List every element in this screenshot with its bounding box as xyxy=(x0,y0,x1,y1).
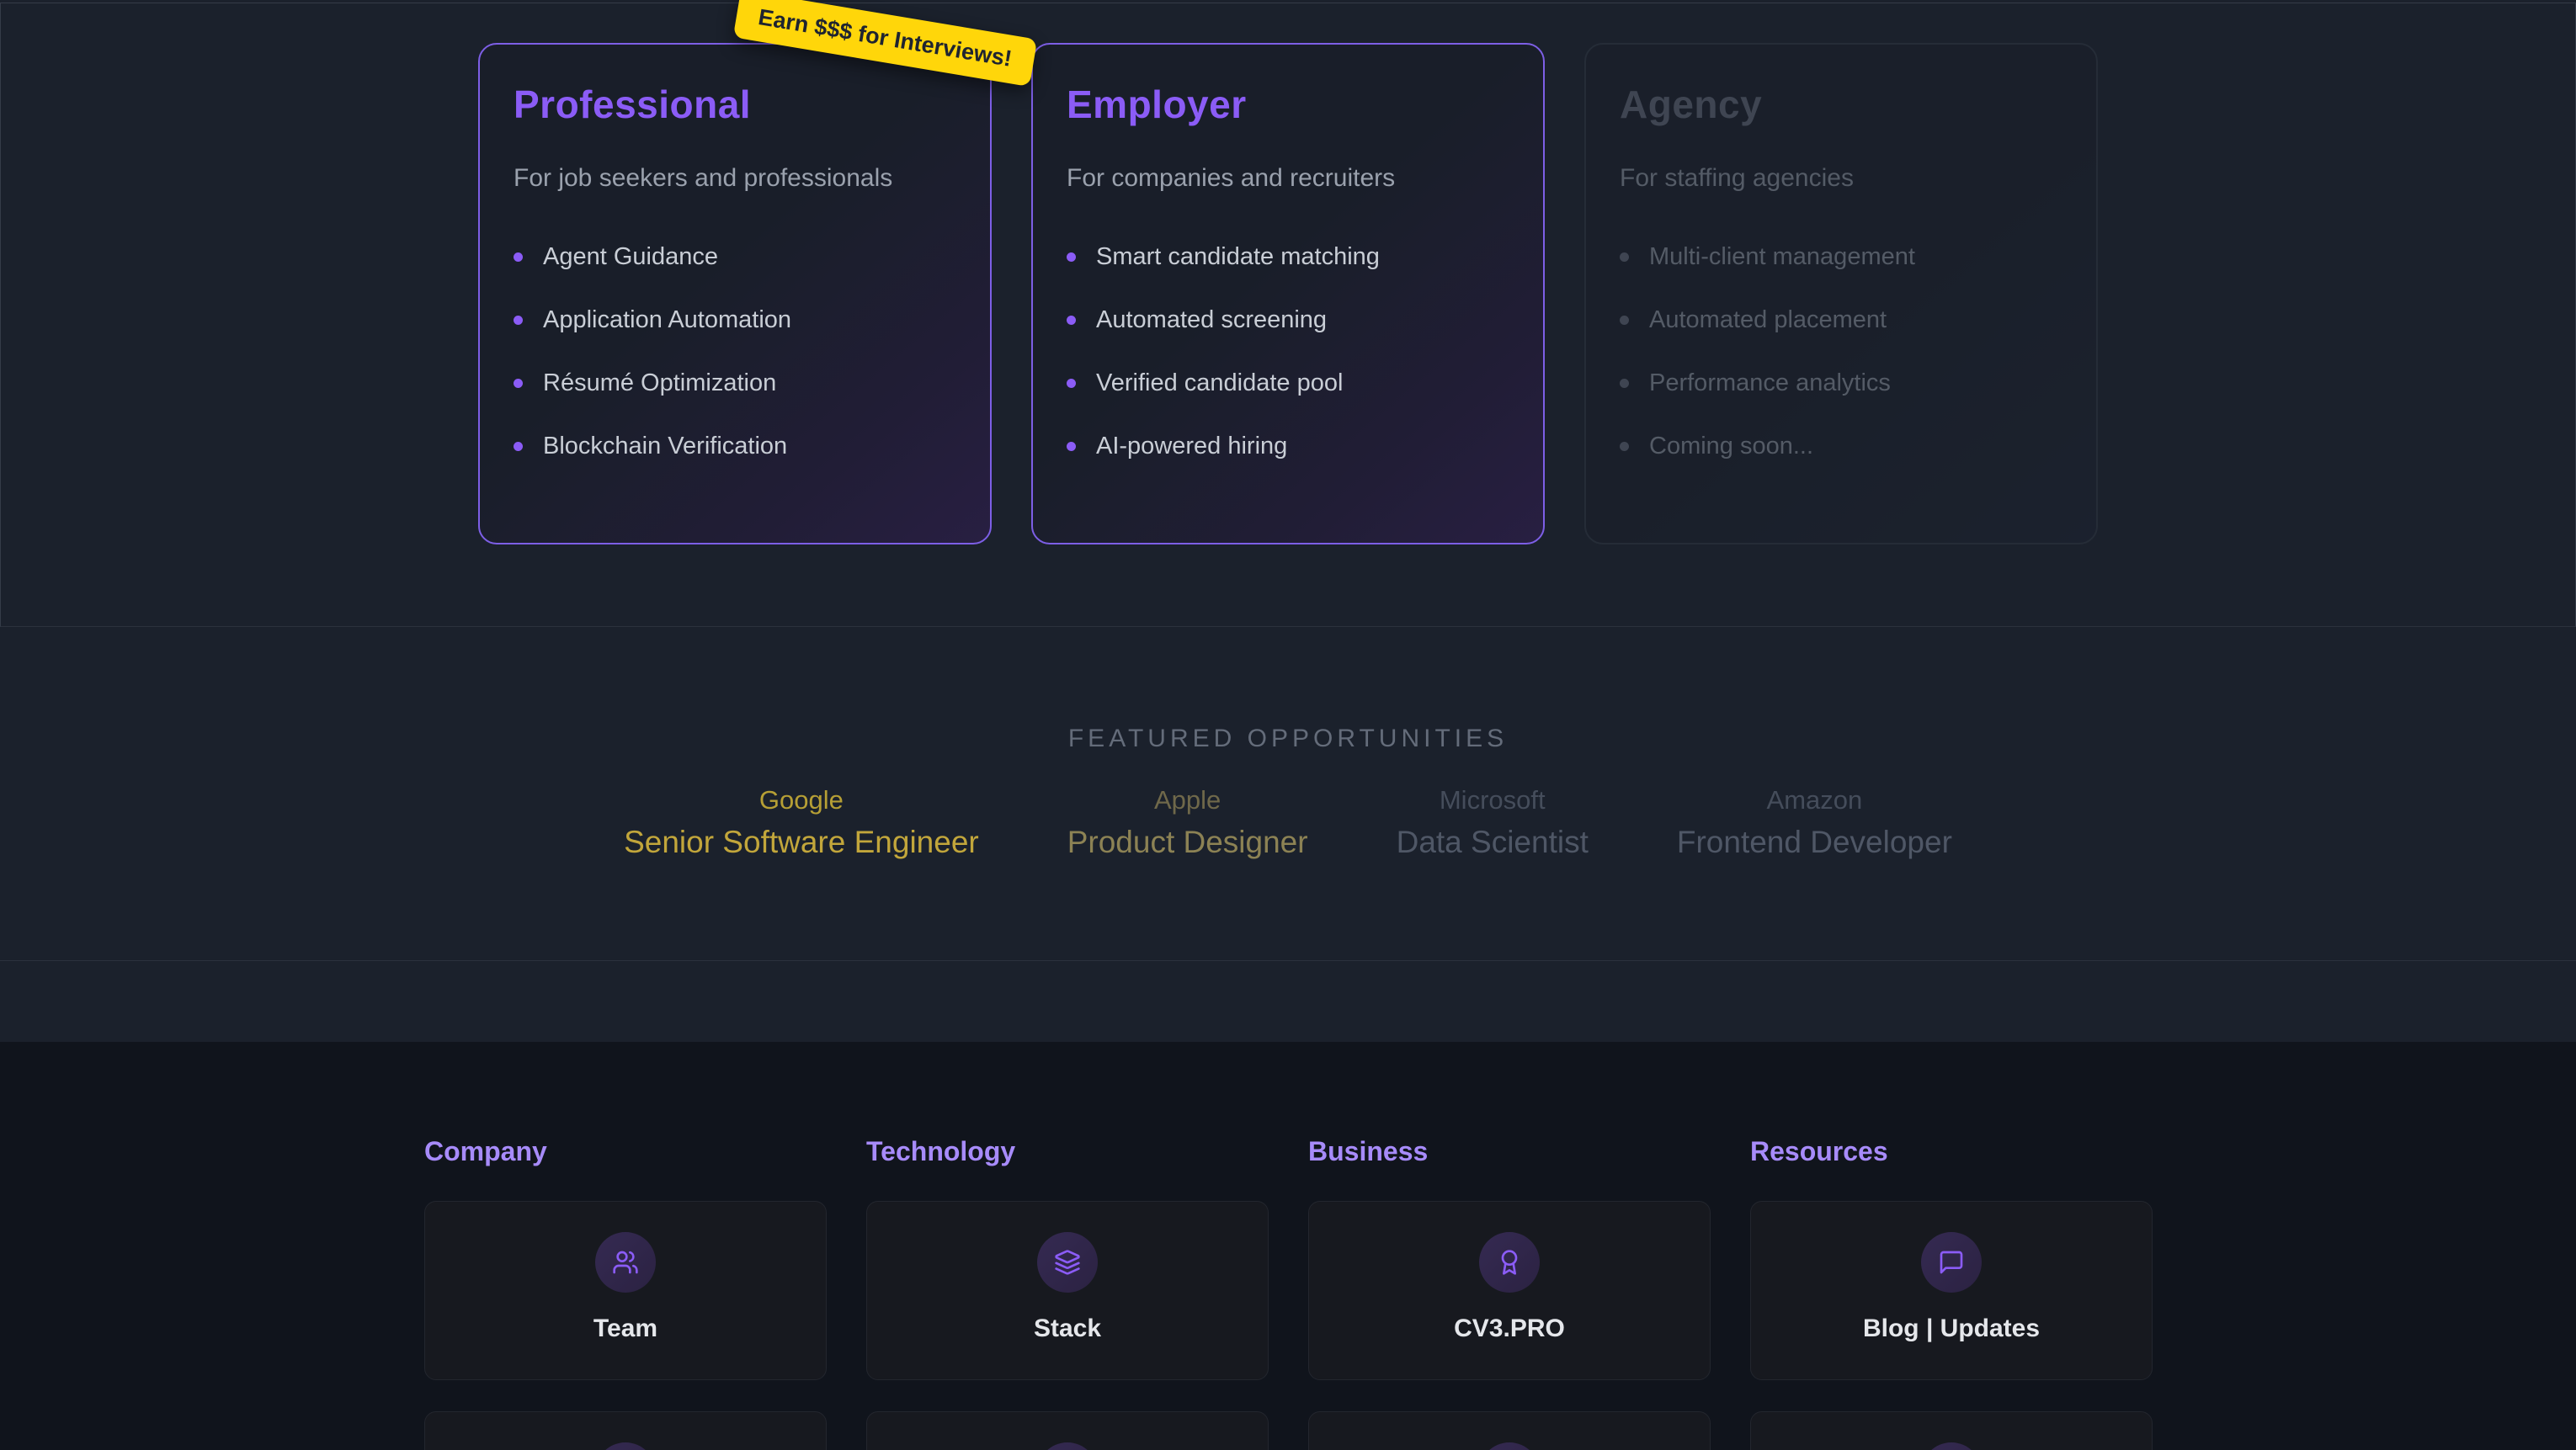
plan-feature-label: Multi-client management xyxy=(1649,243,1915,271)
footer-column-heading: Company xyxy=(424,1136,827,1167)
plan-card-employer[interactable]: Employer For companies and recruiters Sm… xyxy=(1031,43,1545,544)
bullet-icon xyxy=(1067,442,1076,451)
plan-feature: Coming soon... xyxy=(1620,433,2062,460)
opportunity-company: Google xyxy=(624,785,979,815)
plan-feature-list: Smart candidate matching Automated scree… xyxy=(1067,243,1509,460)
footer-tile-team[interactable]: Team xyxy=(424,1201,827,1380)
plan-feature: AI-powered hiring xyxy=(1067,433,1509,460)
bullet-icon xyxy=(1620,316,1629,325)
opportunity-company: Microsoft xyxy=(1397,785,1589,815)
plan-feature-label: Agent Guidance xyxy=(543,243,718,271)
bullet-icon xyxy=(514,442,523,451)
footer-column-heading: Resources xyxy=(1750,1136,2153,1167)
plan-feature-list: Agent Guidance Application Automation Ré… xyxy=(514,243,956,460)
tile-icon xyxy=(1921,1442,1982,1450)
featured-opportunities-row: Google Senior Software Engineer Apple Pr… xyxy=(0,785,2576,861)
opportunity-microsoft[interactable]: Microsoft Data Scientist xyxy=(1397,785,1589,861)
bullet-icon xyxy=(514,316,523,325)
footer-tile-partial[interactable] xyxy=(424,1411,827,1450)
opportunity-apple[interactable]: Apple Product Designer xyxy=(1067,785,1308,861)
layers-icon xyxy=(1037,1232,1098,1293)
footer-tile-partial[interactable] xyxy=(866,1411,1269,1450)
users-icon xyxy=(595,1232,656,1293)
footer-tile-partial[interactable] xyxy=(1750,1411,2153,1450)
plan-feature: Automated placement xyxy=(1620,306,2062,334)
plan-title: Professional xyxy=(514,82,956,127)
plan-feature-label: Performance analytics xyxy=(1649,369,1891,397)
plan-feature-label: Coming soon... xyxy=(1649,433,1813,460)
plan-feature: Agent Guidance xyxy=(514,243,956,271)
plan-feature-label: Verified candidate pool xyxy=(1096,369,1343,397)
plan-description: For companies and recruiters xyxy=(1067,164,1509,193)
tile-icon xyxy=(1479,1442,1540,1450)
plan-feature-label: AI-powered hiring xyxy=(1096,433,1287,460)
plan-card-agency: Agency For staffing agencies Multi-clien… xyxy=(1584,43,2098,544)
plan-title: Agency xyxy=(1620,82,2062,127)
plans-row: Earn $$$ for Interviews! Professional Fo… xyxy=(1,43,2575,544)
bullet-icon xyxy=(1067,316,1076,325)
plan-feature: Application Automation xyxy=(514,306,956,334)
plan-title: Employer xyxy=(1067,82,1509,127)
plan-feature-label: Automated screening xyxy=(1096,306,1327,334)
plan-feature-label: Blockchain Verification xyxy=(543,433,787,460)
opportunity-google[interactable]: Google Senior Software Engineer xyxy=(624,785,979,861)
bullet-icon xyxy=(1620,442,1629,451)
plan-card-professional[interactable]: Earn $$$ for Interviews! Professional Fo… xyxy=(478,43,992,544)
plan-feature-label: Automated placement xyxy=(1649,306,1887,334)
tile-icon xyxy=(1037,1442,1098,1450)
plan-feature: Automated screening xyxy=(1067,306,1509,334)
footer-tile-label: Blog | Updates xyxy=(1751,1315,2152,1343)
footer-column-company: Company Team xyxy=(424,1136,827,1450)
plan-feature: Blockchain Verification xyxy=(514,433,956,460)
footer-tile-label: Team xyxy=(425,1315,826,1343)
earn-interviews-badge: Earn $$$ for Interviews! xyxy=(733,0,1037,87)
footer-tile-partial[interactable] xyxy=(1308,1411,1711,1450)
opportunity-role: Senior Software Engineer xyxy=(624,824,979,861)
footer-column-heading: Business xyxy=(1308,1136,1711,1167)
tile-icon xyxy=(595,1442,656,1450)
plans-section: Earn $$$ for Interviews! Professional Fo… xyxy=(0,3,2576,627)
footer-column-business: Business CV3.PRO xyxy=(1308,1136,1711,1450)
plan-feature: Verified candidate pool xyxy=(1067,369,1509,397)
plan-feature-label: Résumé Optimization xyxy=(543,369,776,397)
bullet-icon xyxy=(514,379,523,388)
plan-feature-label: Application Automation xyxy=(543,306,791,334)
spacer-band xyxy=(0,961,2576,1042)
opportunity-amazon[interactable]: Amazon Frontend Developer xyxy=(1677,785,1952,861)
footer-tile-label: CV3.PRO xyxy=(1309,1315,1710,1343)
plan-feature: Performance analytics xyxy=(1620,369,2062,397)
plan-description: For staffing agencies xyxy=(1620,164,2062,193)
footer: Company Team Technology Stack xyxy=(0,1042,2576,1450)
award-icon xyxy=(1479,1232,1540,1293)
bullet-icon xyxy=(1067,252,1076,262)
footer-tile-blog-updates[interactable]: Blog | Updates xyxy=(1750,1201,2153,1380)
plan-description: For job seekers and professionals xyxy=(514,164,956,193)
plan-feature: Résumé Optimization xyxy=(514,369,956,397)
footer-tile-cv3pro[interactable]: CV3.PRO xyxy=(1308,1201,1711,1380)
opportunity-company: Amazon xyxy=(1677,785,1952,815)
footer-column-technology: Technology Stack xyxy=(866,1136,1269,1450)
opportunity-role: Data Scientist xyxy=(1397,824,1589,861)
footer-column-heading: Technology xyxy=(866,1136,1269,1167)
bullet-icon xyxy=(1067,379,1076,388)
bullet-icon xyxy=(514,252,523,262)
plan-feature: Multi-client management xyxy=(1620,243,2062,271)
footer-columns: Company Team Technology Stack xyxy=(424,1136,2152,1450)
opportunity-company: Apple xyxy=(1067,785,1308,815)
message-square-icon xyxy=(1921,1232,1982,1293)
opportunity-role: Frontend Developer xyxy=(1677,824,1952,861)
footer-tile-label: Stack xyxy=(867,1315,1268,1343)
footer-tile-stack[interactable]: Stack xyxy=(866,1201,1269,1380)
bullet-icon xyxy=(1620,379,1629,388)
bullet-icon xyxy=(1620,252,1629,262)
plan-feature-list: Multi-client management Automated placem… xyxy=(1620,243,2062,460)
opportunity-role: Product Designer xyxy=(1067,824,1308,861)
plan-feature: Smart candidate matching xyxy=(1067,243,1509,271)
footer-column-resources: Resources Blog | Updates xyxy=(1750,1136,2153,1450)
featured-opportunities-heading: FEATURED OPPORTUNITIES xyxy=(0,725,2576,753)
plan-feature-label: Smart candidate matching xyxy=(1096,243,1380,271)
featured-opportunities-section: FEATURED OPPORTUNITIES Google Senior Sof… xyxy=(0,627,2576,961)
